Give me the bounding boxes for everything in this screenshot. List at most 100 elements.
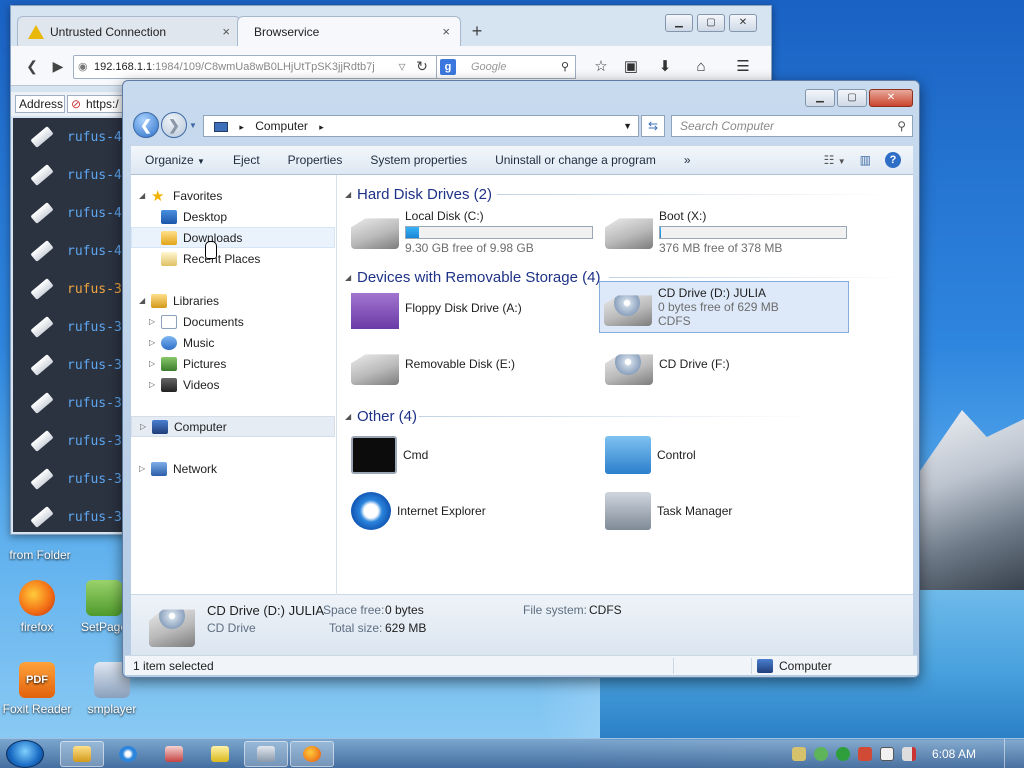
tray-security-icon[interactable]	[813, 747, 828, 761]
system-properties-button[interactable]: System properties	[356, 153, 481, 167]
taskbar-firefox[interactable]	[290, 741, 334, 767]
file-list-item[interactable]: rufus-4	[13, 118, 125, 156]
drive-boot-x[interactable]: Boot (X:) 376 MB free of 378 MB	[601, 205, 851, 257]
file-list-item[interactable]: rufus-3	[13, 270, 125, 308]
clock[interactable]: 6:08 AM	[932, 747, 976, 761]
nav-downloads[interactable]: Downloads	[131, 227, 335, 248]
collapse-arrow-icon[interactable]: ◢	[345, 190, 355, 199]
explorer-window[interactable]: ▁ ▢ ✕ ❮ ❯ ▼ ▸ Computer ▸ ▼ ⇆ Search Comp…	[122, 80, 920, 678]
item-control[interactable]: Control	[605, 433, 855, 477]
item-internet-explorer[interactable]: Internet Explorer	[351, 489, 601, 533]
expand-arrow-icon[interactable]: ▷	[149, 338, 159, 347]
desktop-icon-foxit-reader[interactable]: PDF Foxit Reader	[0, 662, 77, 716]
search-icon[interactable]: ⚲	[897, 116, 906, 136]
back-icon[interactable]: ❮	[133, 112, 159, 138]
close-button[interactable]: ✕	[869, 89, 913, 107]
reload-icon[interactable]: ↻	[411, 55, 433, 77]
group-header-hard-disk-drives[interactable]: ◢ Hard Disk Drives (2)	[345, 184, 492, 204]
tray-monitor-icon[interactable]	[879, 747, 894, 761]
close-button[interactable]: ✕	[729, 14, 757, 32]
file-list-item[interactable]: rufus-3	[13, 422, 125, 460]
drive-floppy-a[interactable]: Floppy Disk Drive (A:)	[347, 285, 597, 337]
search-input[interactable]: g Google ⚲	[436, 55, 576, 79]
taskbar-app-3[interactable]	[152, 741, 196, 767]
maximize-button[interactable]: ▢	[697, 14, 725, 32]
item-task-manager[interactable]: Task Manager	[605, 489, 855, 533]
group-header-removable-storage[interactable]: ◢ Devices with Removable Storage (4)	[345, 267, 600, 287]
home-icon[interactable]: ⌂	[691, 57, 711, 77]
tab-browservice[interactable]: Browservice ×	[237, 16, 461, 46]
taskbar-internet-explorer[interactable]	[106, 741, 150, 767]
drive-cd-d-julia[interactable]: CD Drive (D:) JULIA 0 bytes free of 629 …	[599, 281, 849, 333]
drive-removable-e[interactable]: Removable Disk (E:)	[347, 341, 597, 393]
url-dropdown-icon[interactable]: ▿	[391, 55, 413, 77]
collapse-arrow-icon[interactable]: ◢	[345, 273, 355, 282]
breadcrumb-separator-icon[interactable]: ▸	[319, 122, 324, 132]
collapse-arrow-icon[interactable]: ◢	[345, 412, 355, 421]
recent-pages-dropdown-icon[interactable]: ▼	[189, 121, 197, 130]
taskbar-explorer[interactable]	[60, 741, 104, 767]
nav-computer[interactable]: ▷ Computer	[131, 416, 335, 437]
file-list-item[interactable]: rufus-3	[13, 384, 125, 422]
expand-arrow-icon[interactable]: ▷	[149, 380, 159, 389]
site-info-icon[interactable]: ◉	[78, 56, 88, 78]
expand-arrow-icon[interactable]: ▷	[139, 464, 149, 473]
start-button[interactable]	[6, 740, 44, 768]
nav-pictures[interactable]: ▷ Pictures	[149, 353, 226, 374]
tab-untrusted-connection[interactable]: Untrusted Connection ×	[17, 16, 241, 46]
item-cmd[interactable]: Cmd	[351, 433, 601, 477]
search-icon[interactable]: ⚲	[561, 56, 569, 78]
search-input[interactable]: Search Computer ⚲	[671, 115, 913, 137]
close-tab-icon[interactable]: ×	[222, 24, 230, 39]
breadcrumb-separator-icon[interactable]: ▸	[239, 122, 244, 132]
forward-icon[interactable]: ▶	[47, 55, 69, 77]
file-list-item[interactable]: rufus-4	[13, 194, 125, 232]
reading-list-icon[interactable]: ▣	[621, 57, 641, 77]
refresh-icon[interactable]: ⇆	[641, 115, 665, 137]
file-list-item[interactable]: rufus-4	[13, 156, 125, 194]
file-list-item[interactable]: rufus-3	[13, 498, 125, 532]
file-list-item[interactable]: rufus-3	[13, 346, 125, 384]
tray-app-icon[interactable]	[791, 747, 806, 761]
minimize-button[interactable]: ▁	[805, 89, 835, 107]
preview-pane-icon[interactable]: ▥	[860, 153, 871, 167]
back-icon[interactable]: ❮	[21, 55, 43, 77]
expand-arrow-icon[interactable]: ▷	[149, 359, 159, 368]
expand-arrow-icon[interactable]: ▷	[140, 422, 150, 431]
expand-arrow-icon[interactable]: ▷	[149, 317, 159, 326]
nav-desktop[interactable]: Desktop	[161, 206, 227, 227]
file-list-item[interactable]: rufus-3	[13, 308, 125, 346]
uninstall-program-button[interactable]: Uninstall or change a program	[481, 153, 670, 167]
forward-icon[interactable]: ❯	[161, 112, 187, 138]
file-list-item[interactable]: rufus-4	[13, 232, 125, 270]
tray-network-tool-icon[interactable]	[857, 747, 872, 761]
new-tab-button[interactable]: +	[465, 16, 489, 46]
help-icon[interactable]: ?	[885, 152, 901, 168]
expand-arrow-icon[interactable]: ◢	[139, 191, 149, 200]
address-dropdown-icon[interactable]: ▼	[623, 116, 632, 136]
expand-arrow-icon[interactable]: ◢	[139, 296, 149, 305]
more-commands-button[interactable]: »	[670, 153, 705, 167]
show-desktop-button[interactable]	[1004, 739, 1018, 768]
minimize-button[interactable]: ▁	[665, 14, 693, 32]
maximize-button[interactable]: ▢	[837, 89, 867, 107]
taskbar-app-5[interactable]	[244, 741, 288, 767]
nav-network[interactable]: ▷ Network	[139, 458, 217, 479]
taskbar-app-4[interactable]	[198, 741, 242, 767]
tray-play-icon[interactable]	[835, 747, 850, 761]
bookmark-star-icon[interactable]: ☆	[591, 57, 611, 77]
properties-button[interactable]: Properties	[274, 153, 357, 167]
eject-button[interactable]: Eject	[219, 153, 274, 167]
explorer-address-bar[interactable]: ▸ Computer ▸ ▼	[203, 115, 639, 137]
nav-favorites[interactable]: ◢ ★ Favorites	[139, 185, 222, 206]
drive-cd-f[interactable]: CD Drive (F:)	[601, 341, 851, 393]
nav-videos[interactable]: ▷ Videos	[149, 374, 219, 395]
breadcrumb[interactable]: Computer	[255, 119, 308, 133]
change-view-icon[interactable]: ☷ ▼	[824, 153, 846, 167]
menu-icon[interactable]: ☰	[733, 57, 753, 77]
close-tab-icon[interactable]: ×	[442, 24, 450, 39]
file-list-item[interactable]: rufus-3	[13, 460, 125, 498]
nav-music[interactable]: ▷ Music	[149, 332, 214, 353]
url-input[interactable]: ◉ 192.168.1.1:1984/109/C8wmUa8wB0LHjUtTp…	[73, 55, 443, 79]
drive-local-disk-c[interactable]: Local Disk (C:) 9.30 GB free of 9.98 GB	[347, 205, 597, 257]
